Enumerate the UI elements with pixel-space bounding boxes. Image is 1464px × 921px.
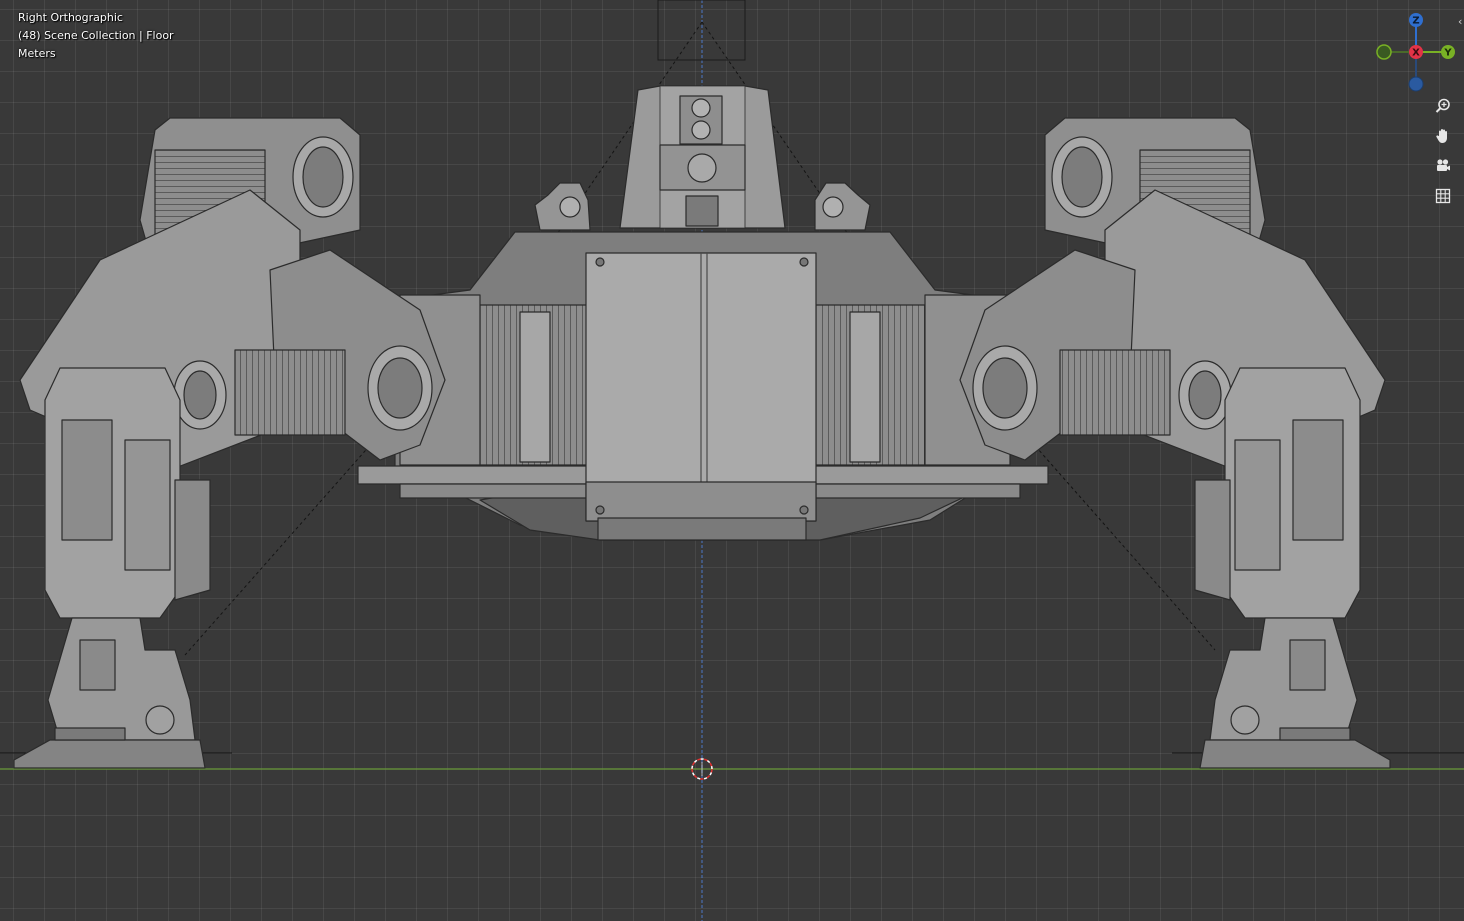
units-label: Meters — [18, 47, 56, 60]
perspective-toggle-button[interactable] — [1430, 183, 1456, 209]
scene-canvas[interactable] — [0, 0, 1464, 921]
3d-viewport[interactable]: Right Orthographic (48) Scene Collection… — [0, 0, 1464, 921]
gizmo-z-label: Z — [1412, 16, 1419, 27]
zoom-button[interactable] — [1430, 93, 1456, 119]
camera-view-button[interactable] — [1430, 153, 1456, 179]
pan-button[interactable] — [1430, 123, 1456, 149]
gizmo-neg-z-icon[interactable] — [1408, 76, 1424, 92]
gizmo-neg-y-icon[interactable] — [1376, 44, 1392, 60]
gizmo-x-label: X — [1412, 48, 1420, 59]
hand-icon — [1436, 129, 1447, 143]
camera-icon — [1437, 159, 1450, 171]
collection-info-label: (48) Scene Collection | Floor — [18, 29, 174, 42]
view-name-label: Right Orthographic — [18, 11, 123, 24]
gizmo-y-label: Y — [1443, 48, 1452, 59]
sidebar-toggle-icon[interactable]: ‹ — [1458, 14, 1464, 30]
zoom-icon — [1435, 98, 1450, 113]
navigation-gizmo[interactable]: Z Y X — [1372, 8, 1456, 92]
grid-icon — [1435, 188, 1451, 204]
